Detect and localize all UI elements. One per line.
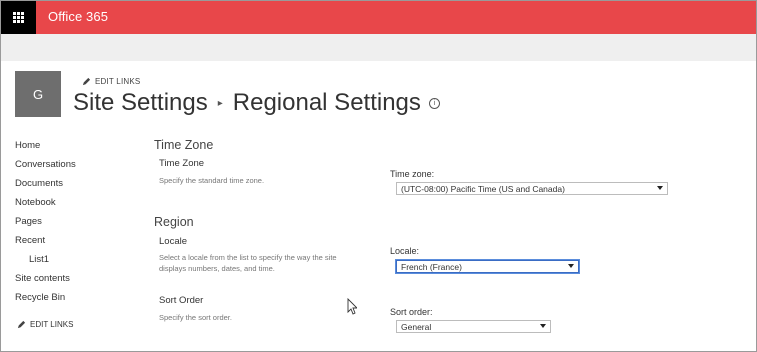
nav-item-conversations[interactable]: Conversations: [15, 159, 76, 170]
dropdown-arrow-icon: [540, 324, 546, 328]
nav-item-pages[interactable]: Pages: [15, 216, 42, 227]
brand-link[interactable]: Office 365: [48, 9, 108, 24]
locale-label: Locale:: [390, 246, 420, 256]
ribbon-bar: [1, 34, 756, 61]
site-logo[interactable]: G: [15, 71, 61, 117]
edit-links-nav-label: EDIT LINKS: [30, 320, 74, 329]
timezone-group-title: Time Zone: [159, 158, 205, 169]
dropdown-arrow-icon: [657, 186, 663, 190]
breadcrumb-parent-link[interactable]: Site Settings: [73, 89, 208, 117]
waffle-icon: [13, 12, 24, 23]
browser-frame: Office 365 G EDIT LINKS Site Settings ▸ …: [0, 0, 757, 352]
nav-item-site-contents[interactable]: Site contents: [15, 273, 70, 284]
nav-item-notebook[interactable]: Notebook: [15, 197, 56, 208]
sort-order-description: Specify the sort order.: [159, 313, 232, 322]
timezone-section-heading: Time Zone: [154, 138, 214, 152]
edit-links-top-button[interactable]: EDIT LINKS: [82, 77, 140, 86]
edit-links-top-label: EDIT LINKS: [95, 77, 141, 86]
timezone-description: Specify the standard time zone.: [159, 176, 265, 185]
nav-item-list1[interactable]: List1: [29, 254, 49, 265]
mouse-cursor-icon: [347, 298, 357, 315]
nav-item-recycle-bin[interactable]: Recycle Bin: [15, 292, 65, 303]
sort-order-label: Sort order:: [390, 307, 433, 317]
edit-links-nav-button[interactable]: EDIT LINKS: [17, 320, 73, 329]
locale-description-line1: Select a locale from the list to specify…: [159, 253, 337, 262]
nav-item-documents[interactable]: Documents: [15, 178, 63, 189]
sort-order-select-value: General: [401, 322, 432, 332]
dropdown-arrow-icon: [568, 264, 574, 268]
locale-select-value: French (France): [401, 262, 462, 272]
pencil-icon: [17, 320, 26, 329]
breadcrumb-separator-icon: ▸: [217, 97, 223, 109]
suite-bar: Office 365: [1, 1, 756, 34]
info-icon[interactable]: i: [428, 97, 440, 109]
pencil-icon: [82, 77, 91, 86]
region-section-heading: Region: [154, 215, 194, 229]
nav-item-recent[interactable]: Recent: [15, 235, 45, 246]
page-title: Site Settings ▸ Regional Settings i: [73, 89, 440, 117]
timezone-label: Time zone:: [390, 169, 435, 179]
locale-description: Select a locale from the list to specify…: [159, 252, 369, 274]
locale-select[interactable]: French (France): [396, 260, 579, 273]
sort-order-select[interactable]: General: [396, 320, 551, 333]
sort-order-group-title: Sort Order: [159, 295, 204, 306]
breadcrumb-current: Regional Settings: [232, 89, 421, 116]
nav-item-home[interactable]: Home: [15, 140, 40, 151]
locale-group-title: Locale: [159, 236, 187, 247]
app-launcher-button[interactable]: [1, 1, 36, 34]
locale-description-line2: displays numbers, dates, and time.: [159, 264, 275, 273]
timezone-select-value: (UTC-08:00) Pacific Time (US and Canada): [401, 184, 565, 194]
timezone-select[interactable]: (UTC-08:00) Pacific Time (US and Canada): [396, 182, 668, 195]
